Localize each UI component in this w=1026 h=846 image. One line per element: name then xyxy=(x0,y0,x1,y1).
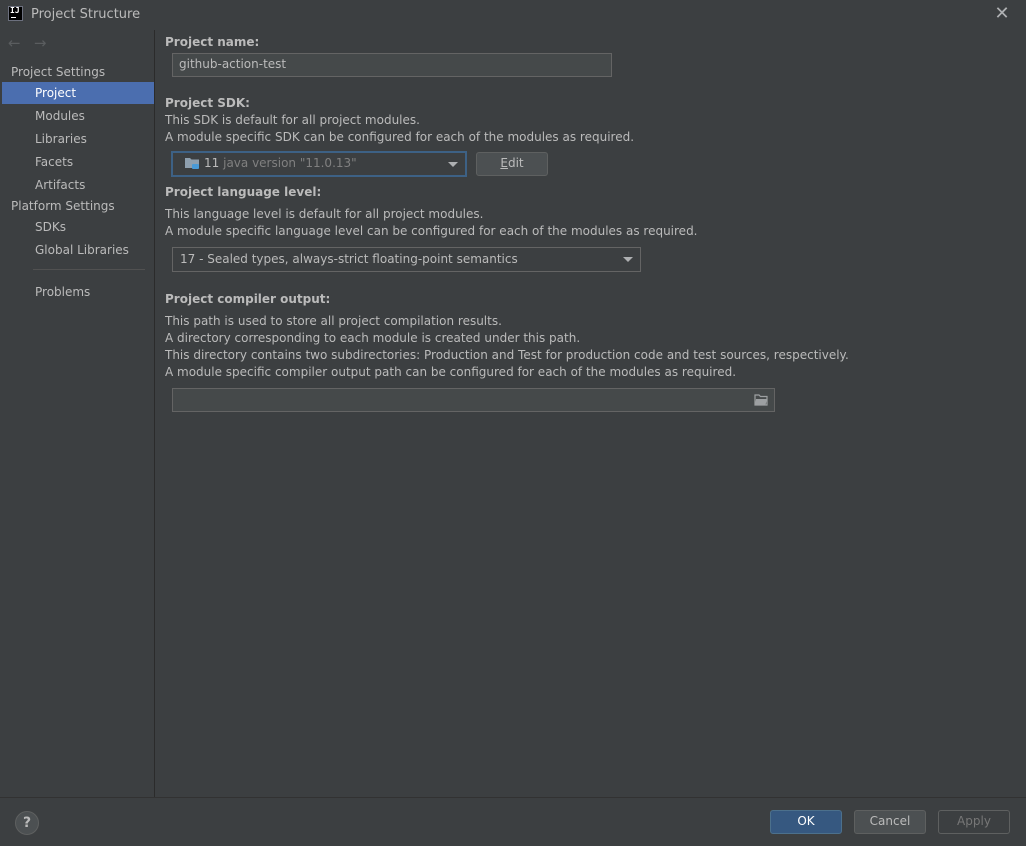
sdk-version: 11 xyxy=(204,156,220,170)
apply-button[interactable]: Apply xyxy=(938,810,1010,834)
edit-sdk-button[interactable]: Edit xyxy=(476,152,548,176)
intellij-idea-icon xyxy=(8,6,23,21)
language-level-dropdown[interactable]: 17 - Sealed types, always-strict floatin… xyxy=(172,247,641,272)
project-sdk-dropdown[interactable]: 11 java version "11.0.13" xyxy=(171,151,467,177)
compiler-output-label: Project compiler output: xyxy=(165,292,331,306)
sdk-folder-icon xyxy=(185,157,199,169)
edit-sdk-button-label: Edit xyxy=(500,156,524,170)
window-title: Project Structure xyxy=(31,7,141,22)
sidebar-item-label: Libraries xyxy=(35,132,87,146)
browse-folder-icon[interactable] xyxy=(754,394,768,406)
sidebar-item-problems[interactable]: Problems xyxy=(2,281,154,303)
cancel-button[interactable]: Cancel xyxy=(854,810,926,834)
ok-button[interactable]: OK xyxy=(770,810,842,834)
sidebar-item-label: Modules xyxy=(35,109,85,123)
chevron-down-icon xyxy=(448,162,458,167)
compiler-output-desc-4: A module specific compiler output path c… xyxy=(165,365,737,379)
sidebar-item-label: Project xyxy=(35,86,77,100)
help-button[interactable]: ? xyxy=(15,811,39,835)
sidebar: ← → Project Settings Project Modules Lib… xyxy=(0,30,155,797)
sidebar-item-facets[interactable]: Facets xyxy=(2,151,154,173)
sdk-version-detail: java version "11.0.13" xyxy=(223,156,357,170)
close-icon[interactable]: ✕ xyxy=(992,4,1012,24)
project-sdk-desc-1: This SDK is default for all project modu… xyxy=(165,113,420,127)
sidebar-item-modules[interactable]: Modules xyxy=(2,105,154,127)
forward-arrow-icon[interactable]: → xyxy=(34,34,56,52)
project-name-input[interactable]: github-action-test xyxy=(172,53,612,77)
platform-settings-header: Platform Settings xyxy=(11,199,115,213)
main-panel: Project name: github-action-test Project… xyxy=(155,30,1026,797)
compiler-output-desc-2: A directory corresponding to each module… xyxy=(165,331,581,345)
compiler-output-path-input[interactable] xyxy=(172,388,775,412)
sidebar-divider xyxy=(33,269,145,270)
dialog-footer: ? OK Cancel Apply xyxy=(0,797,1026,846)
sidebar-item-artifacts[interactable]: Artifacts xyxy=(2,174,154,196)
compiler-output-desc-1: This path is used to store all project c… xyxy=(165,314,502,328)
sidebar-item-libraries[interactable]: Libraries xyxy=(2,128,154,150)
sidebar-item-sdks[interactable]: SDKs xyxy=(2,216,154,238)
back-arrow-icon[interactable]: ← xyxy=(8,34,30,52)
title-bar: Project Structure ✕ xyxy=(0,0,1026,30)
sidebar-item-label: Global Libraries xyxy=(35,243,129,257)
sidebar-item-project[interactable]: Project xyxy=(2,82,154,104)
project-settings-header: Project Settings xyxy=(11,65,106,79)
sidebar-item-label: SDKs xyxy=(35,220,66,234)
language-level-selected: 17 - Sealed types, always-strict floatin… xyxy=(180,252,518,266)
sidebar-item-label: Artifacts xyxy=(35,178,86,192)
sidebar-item-label: Problems xyxy=(35,285,91,299)
language-level-desc-2: A module specific language level can be … xyxy=(165,224,698,238)
chevron-down-icon xyxy=(623,257,633,262)
project-sdk-desc-2: A module specific SDK can be configured … xyxy=(165,130,635,144)
language-level-desc-1: This language level is default for all p… xyxy=(165,207,484,221)
sidebar-item-label: Facets xyxy=(35,155,74,169)
sidebar-item-global-libraries[interactable]: Global Libraries xyxy=(2,239,154,261)
project-sdk-label: Project SDK: xyxy=(165,96,250,110)
nav-arrows: ← → xyxy=(8,34,56,52)
project-name-label: Project name: xyxy=(165,35,260,49)
compiler-output-desc-3: This directory contains two subdirectori… xyxy=(165,348,849,362)
language-level-label: Project language level: xyxy=(165,185,322,199)
